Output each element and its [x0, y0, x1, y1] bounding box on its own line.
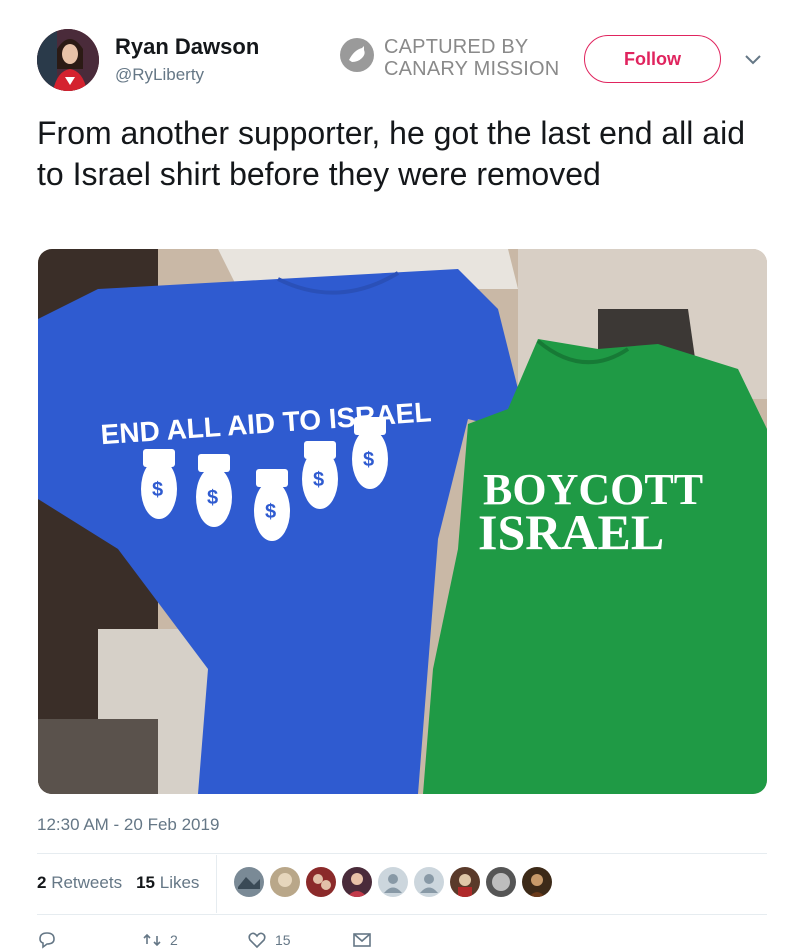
stamp-line-2: CANARY MISSION	[384, 58, 560, 80]
default-avatar-icon[interactable]	[378, 867, 408, 897]
bag-symbol: $	[152, 479, 163, 501]
divider	[37, 853, 767, 854]
liker-avatar[interactable]	[270, 867, 300, 897]
user-handle[interactable]: @RyLiberty	[115, 65, 204, 85]
watermark-stamp: CAPTURED BY CANARY MISSION	[384, 36, 559, 80]
tweet-timestamp[interactable]: 12:30 AM - 20 Feb 2019	[37, 815, 219, 835]
likes-label: Likes	[159, 873, 200, 892]
envelope-icon	[353, 933, 371, 947]
green-shirt-line-2: ISRAEL	[478, 504, 664, 560]
retweet-button[interactable]: 2	[142, 930, 247, 950]
like-button[interactable]: 15	[247, 930, 352, 950]
reply-icon	[39, 932, 55, 949]
liker-avatar[interactable]	[234, 867, 264, 897]
retweets-label: Retweets	[51, 873, 123, 892]
likes-stat[interactable]: 15 Likes	[136, 873, 199, 893]
liker-avatar[interactable]	[306, 867, 336, 897]
heart-icon	[248, 932, 266, 949]
liker-avatar[interactable]	[522, 867, 552, 897]
retweets-count: 2	[37, 873, 47, 892]
reply-button[interactable]	[37, 930, 142, 950]
liker-avatar[interactable]	[342, 867, 372, 897]
default-avatar-icon[interactable]	[414, 867, 444, 897]
retweets-stat[interactable]: 2 Retweets	[37, 873, 122, 893]
action-bar: 2 15	[37, 930, 457, 950]
bag-symbol: $	[265, 501, 276, 523]
stamp-line-1: CAPTURED BY	[384, 36, 529, 58]
divider	[37, 914, 767, 915]
display-name[interactable]: Ryan Dawson	[115, 34, 259, 60]
likers-list	[234, 867, 552, 897]
liker-avatar[interactable]	[486, 867, 516, 897]
bag-symbol: $	[207, 487, 218, 509]
retweet-count: 2	[170, 932, 178, 948]
follow-button[interactable]: Follow	[584, 35, 721, 83]
bird-icon	[340, 38, 374, 72]
liker-avatar[interactable]	[450, 867, 480, 897]
bag-symbol: $	[313, 469, 324, 491]
likes-count: 15	[136, 873, 155, 892]
bag-symbol: $	[363, 449, 374, 471]
retweet-icon	[143, 933, 161, 947]
avatar[interactable]	[37, 29, 99, 91]
tweet-text: From another supporter, he got the last …	[37, 115, 745, 192]
chevron-down-icon[interactable]	[742, 50, 764, 68]
message-button[interactable]	[352, 930, 457, 950]
like-count: 15	[275, 932, 291, 948]
stats-separator	[216, 855, 217, 913]
tweet-photo[interactable]: END ALL AID TO ISRAEL $ $ $ $ $ BOYCOTT …	[38, 249, 767, 794]
tweet-stats: 2 Retweets 15 Likes	[37, 873, 199, 893]
